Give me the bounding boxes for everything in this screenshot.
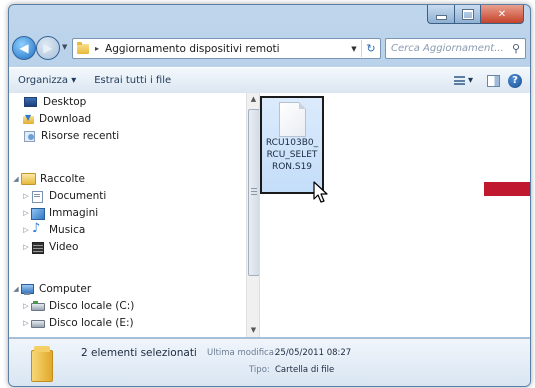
sidebar-item-video[interactable]: ▷ Video: [21, 239, 78, 255]
navigation-tree: Desktop Download Risorse recenti ◢ Racco…: [9, 93, 245, 337]
recent-places-icon: [23, 130, 37, 142]
minimize-button[interactable]: [427, 5, 455, 24]
minimize-icon: [435, 14, 447, 20]
desktop-icon: [24, 97, 37, 107]
sidebar-item-label: Musica: [49, 224, 86, 236]
sidebar-item-label: Desktop: [43, 96, 87, 108]
expand-arrow-icon[interactable]: ▷: [21, 243, 31, 251]
sidebar-item-music[interactable]: ▷ Musica: [21, 221, 86, 238]
sidebar-item-drive-c[interactable]: ▷ Disco locale (C:): [21, 298, 134, 314]
file-icon: [279, 102, 306, 137]
maximize-button[interactable]: [455, 5, 481, 24]
file-name: RCU103B0_RCU_SELETRON.S19: [265, 138, 319, 172]
refresh-icon: ↻: [366, 42, 376, 55]
drive-icon: [31, 300, 45, 312]
sidebar-item-label: Immagini: [49, 207, 99, 219]
sidebar-item-download[interactable]: Download: [23, 111, 91, 127]
grip-icon: [251, 188, 257, 195]
sidebar-item-label: Computer: [39, 283, 92, 295]
mouse-pointer-icon: [313, 181, 328, 203]
file-item-selected[interactable]: RCU103B0_RCU_SELETRON.S19: [260, 96, 324, 194]
sidebar-item-drive-e[interactable]: ▷ Disco locale (E:): [21, 315, 134, 331]
toolbar-right: ▾ ?: [448, 73, 530, 88]
collapse-arrow-icon[interactable]: ◢: [11, 285, 21, 293]
breadcrumb-separator-icon[interactable]: ▸: [95, 44, 99, 53]
recent-pages-dropdown[interactable]: ▼: [62, 43, 67, 51]
sidebar-item-computer[interactable]: ◢ Computer: [11, 281, 91, 297]
refresh-button[interactable]: ↻: [361, 40, 380, 57]
extract-all-button[interactable]: Estrai tutti i file: [85, 75, 180, 86]
maximize-icon: [462, 9, 473, 19]
sidebar-item-label: Documenti: [49, 190, 107, 202]
sidebar-item-desktop[interactable]: Desktop: [23, 94, 86, 110]
expand-arrow-icon[interactable]: ▷: [21, 226, 31, 234]
organize-button[interactable]: Organizza ▾: [9, 75, 85, 86]
modified-value: 25/05/2011 08:27: [275, 348, 352, 358]
help-icon[interactable]: ?: [508, 73, 522, 88]
expand-arrow-icon[interactable]: ▷: [21, 319, 31, 327]
red-annotation-marker: [484, 182, 530, 196]
sidebar-item-label: Video: [49, 241, 79, 253]
sidebar-item-documents[interactable]: ▷ Documenti: [21, 188, 106, 204]
download-folder-icon: [23, 113, 35, 125]
expand-arrow-icon[interactable]: ▷: [21, 302, 31, 310]
forward-arrow-icon: ▶: [43, 41, 53, 55]
close-icon: ✕: [497, 8, 507, 20]
documents-icon: [31, 190, 45, 203]
video-icon: [31, 241, 45, 254]
views-icon: [453, 76, 465, 85]
breadcrumb-current[interactable]: Aggiornamento dispositivi remoti: [105, 43, 346, 55]
address-bar[interactable]: ▸ Aggiornamento dispositivi remoti ▼ ↻: [72, 38, 381, 59]
navigation-pane: Desktop Download Risorse recenti ◢ Racco…: [9, 93, 260, 337]
music-icon: [31, 221, 45, 236]
views-dropdown-icon: ▾: [467, 75, 473, 86]
modified-label: Ultima modifica:: [207, 348, 277, 358]
sidebar-item-pictures[interactable]: ▷ Immagini: [21, 205, 98, 221]
search-box[interactable]: Cerca Aggiornament... ⚲: [385, 38, 526, 59]
type-label: Tipo:: [249, 365, 270, 375]
sidebar-item-label: Raccolte: [40, 173, 85, 185]
forward-button[interactable]: ▶: [36, 36, 60, 60]
back-button[interactable]: ◀: [12, 36, 36, 60]
navigation-scrollbar[interactable]: ▲ ▼: [246, 93, 259, 337]
file-list[interactable]: RCU103B0_RCU_SELETRON.S19: [260, 93, 530, 337]
details-pane: 2 elementi selezionati Ultima modifica: …: [9, 338, 530, 386]
scrollbar-thumb[interactable]: [248, 109, 259, 276]
navigation-bar: ◀ ▶ ▼ ▸ Aggiornamento dispositivi remoti…: [9, 33, 530, 65]
address-dropdown-icon[interactable]: ▼: [346, 44, 361, 53]
pictures-icon: [31, 207, 45, 220]
sidebar-item-libraries[interactable]: ◢ Raccolte: [11, 171, 85, 187]
libraries-icon: [21, 173, 36, 185]
drive-icon: [31, 317, 45, 329]
collapse-arrow-icon[interactable]: ◢: [11, 175, 21, 183]
sidebar-item-recent[interactable]: Risorse recenti: [23, 128, 119, 144]
expand-arrow-icon[interactable]: ▷: [21, 192, 31, 200]
command-toolbar: Organizza ▾ Estrai tutti i file ▾ ?: [9, 67, 530, 94]
search-input[interactable]: Cerca Aggiornament...: [386, 43, 507, 54]
preview-pane-icon[interactable]: [487, 74, 500, 87]
selection-count: 2 elementi selezionati: [81, 347, 197, 359]
computer-icon: [21, 283, 35, 295]
sidebar-item-label: Disco locale (E:): [49, 317, 134, 329]
folder-icon: [77, 41, 89, 54]
sidebar-item-label: Download: [39, 113, 92, 125]
back-arrow-icon: ◀: [19, 41, 29, 55]
close-button[interactable]: ✕: [481, 5, 524, 24]
scroll-down-arrow-icon[interactable]: ▼: [247, 324, 259, 337]
caption-buttons: ✕: [427, 5, 524, 24]
sidebar-item-label: Disco locale (C:): [49, 300, 135, 312]
type-value: Cartella di file: [275, 365, 335, 375]
sidebar-item-label: Risorse recenti: [41, 130, 120, 142]
scroll-up-arrow-icon[interactable]: ▲: [247, 93, 259, 106]
search-icon[interactable]: ⚲: [507, 42, 525, 55]
expand-arrow-icon[interactable]: ▷: [21, 209, 31, 217]
explorer-window: ✕ ◀ ▶ ▼ ▸ Aggiornamento dispositivi remo…: [8, 4, 531, 387]
views-button[interactable]: ▾: [448, 75, 479, 86]
folder-icon: [31, 346, 53, 382]
